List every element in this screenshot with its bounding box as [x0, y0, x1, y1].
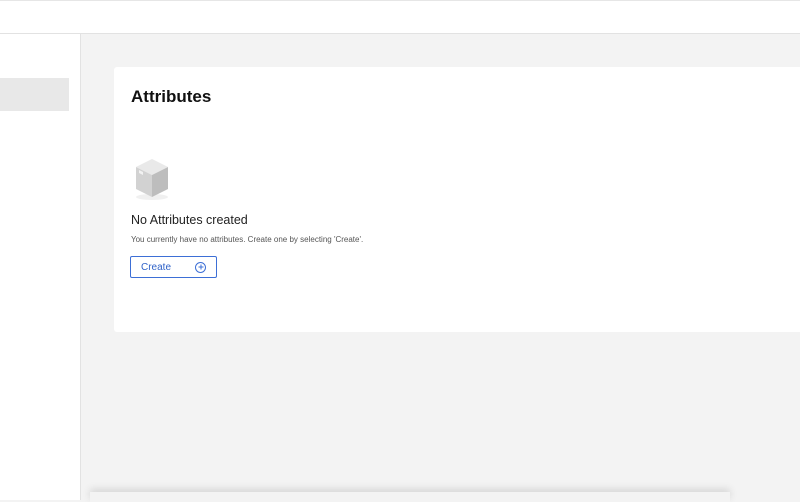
create-button[interactable]: Create [130, 256, 217, 278]
sidebar [0, 34, 81, 500]
bottom-panel-edge [90, 492, 730, 502]
page-title: Attributes [131, 87, 212, 106]
empty-box-icon [136, 159, 168, 200]
create-button-label: Create [141, 261, 172, 273]
empty-state-description: You currently have no attributes. Create… [131, 235, 364, 244]
attributes-card: Attributes No Attributes created You cur… [114, 67, 800, 332]
sidebar-item-active[interactable] [0, 78, 69, 111]
plus-circle-icon [195, 261, 206, 273]
empty-state-title: No Attributes created [131, 213, 248, 227]
top-bar [0, 0, 800, 34]
